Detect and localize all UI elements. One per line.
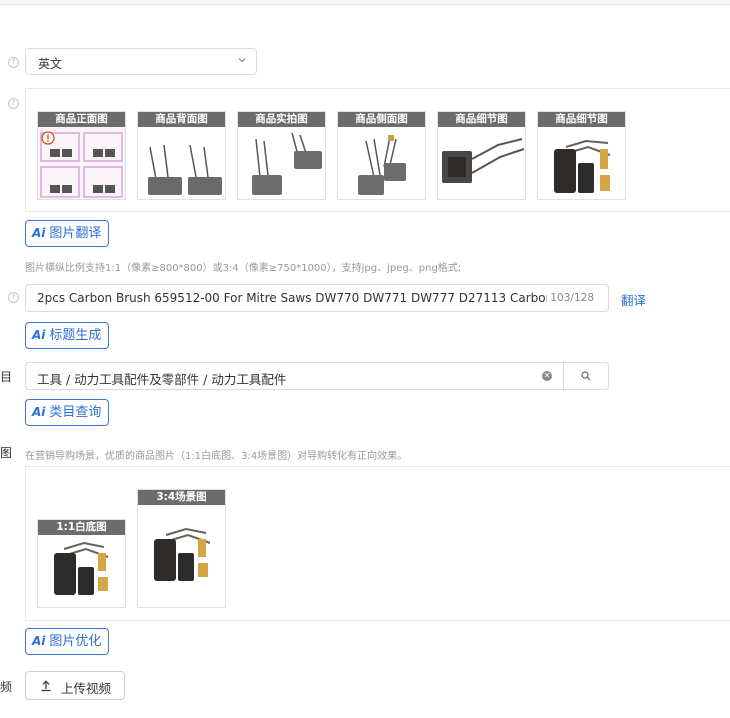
product-image [554,139,611,193]
product-image [148,144,222,195]
image-caption: 商品细节图 [438,112,525,127]
category-query-label: 类目查询 [49,405,102,420]
product-image-thumb[interactable]: 商品背面图 [137,111,226,200]
category-label: 目 [0,370,13,384]
title-generate-label: 标题生成 [49,328,102,343]
image-caption: 商品细节图 [538,112,625,127]
ai-icon: Ai [32,634,46,648]
product-image [358,135,406,195]
image-caption: 商品正面图 [38,112,125,127]
product-image [442,138,525,183]
category-input[interactable]: 工具 / 动力工具配件及零部件 / 动力工具配件 ✕ [25,362,609,390]
image-translate-button[interactable]: Ai 图片翻译 [25,220,110,247]
marketing-image-panel [25,466,730,621]
image-optimize-label: 图片优化 [49,634,102,649]
product-image-thumb[interactable]: 商品正面图 [37,111,126,200]
language-select-value: 英文 [38,57,63,71]
title-input[interactable]: 2pcs Carbon Brush 659512-00 For Mitre Sa… [25,284,609,312]
title-input-value: 2pcs Carbon Brush 659512-00 For Mitre Sa… [37,291,547,305]
category-search-button[interactable] [563,363,610,389]
upload-video-button[interactable]: 上传视频 [25,671,125,700]
image-caption: 1:1白底图 [38,520,125,535]
image-requirements-hint: 图片横纵比例支持1:1（像素≥800*800）或3:4（像素≥750*1000）… [25,263,462,274]
marketing-images-label: 图 [0,446,13,460]
image-caption: 商品背面图 [138,112,225,127]
ai-icon: Ai [32,328,46,342]
video-label: 频 [0,680,13,694]
chevron-down-icon [238,58,246,63]
help-icon[interactable]: ? [8,98,19,109]
category-query-button[interactable]: Ai 类目查询 [25,399,110,426]
image-caption: 3:4场景图 [138,490,225,505]
title-generate-button[interactable]: Ai 标题生成 [25,322,110,349]
product-image-thumb[interactable]: 商品细节图 [537,111,626,200]
marketing-image-thumb[interactable]: 3:4场景图 [137,489,226,608]
help-icon[interactable]: ? [8,57,19,68]
image-optimize-button[interactable]: Ai 图片优化 [25,628,110,655]
title-char-count: 103/128 [550,292,594,304]
product-image-thumb[interactable]: 商品侧面图 [337,111,426,200]
language-select[interactable]: 英文 [25,48,257,75]
ai-icon: Ai [32,405,46,419]
help-icon[interactable]: ? [8,292,19,303]
product-image [154,527,211,581]
product-image [54,541,109,595]
search-icon [581,371,591,381]
upload-video-label: 上传视频 [61,681,112,696]
title-translate-link[interactable]: 翻译 [621,290,646,309]
clear-icon[interactable]: ✕ [542,371,552,381]
ai-icon: Ai [32,226,46,240]
image-caption: 商品实拍图 [238,112,325,127]
product-image-thumb[interactable]: 商品细节图 [437,111,526,200]
marketing-image-thumb[interactable]: 1:1白底图 [37,519,126,608]
product-image [38,127,125,199]
image-translate-label: 图片翻译 [49,226,102,241]
upload-icon [41,680,51,692]
product-image-thumb[interactable]: 商品实拍图 [237,111,326,200]
top-divider [0,0,730,5]
marketing-images-hint: 在营销导购场景，优质的商品图片（1:1白底图、3:4场景图）对导购转化有正向效果… [25,451,408,462]
category-path: 工具 / 动力工具配件及零部件 / 动力工具配件 [37,372,287,387]
product-image [252,132,322,195]
image-caption: 商品侧面图 [338,112,425,127]
